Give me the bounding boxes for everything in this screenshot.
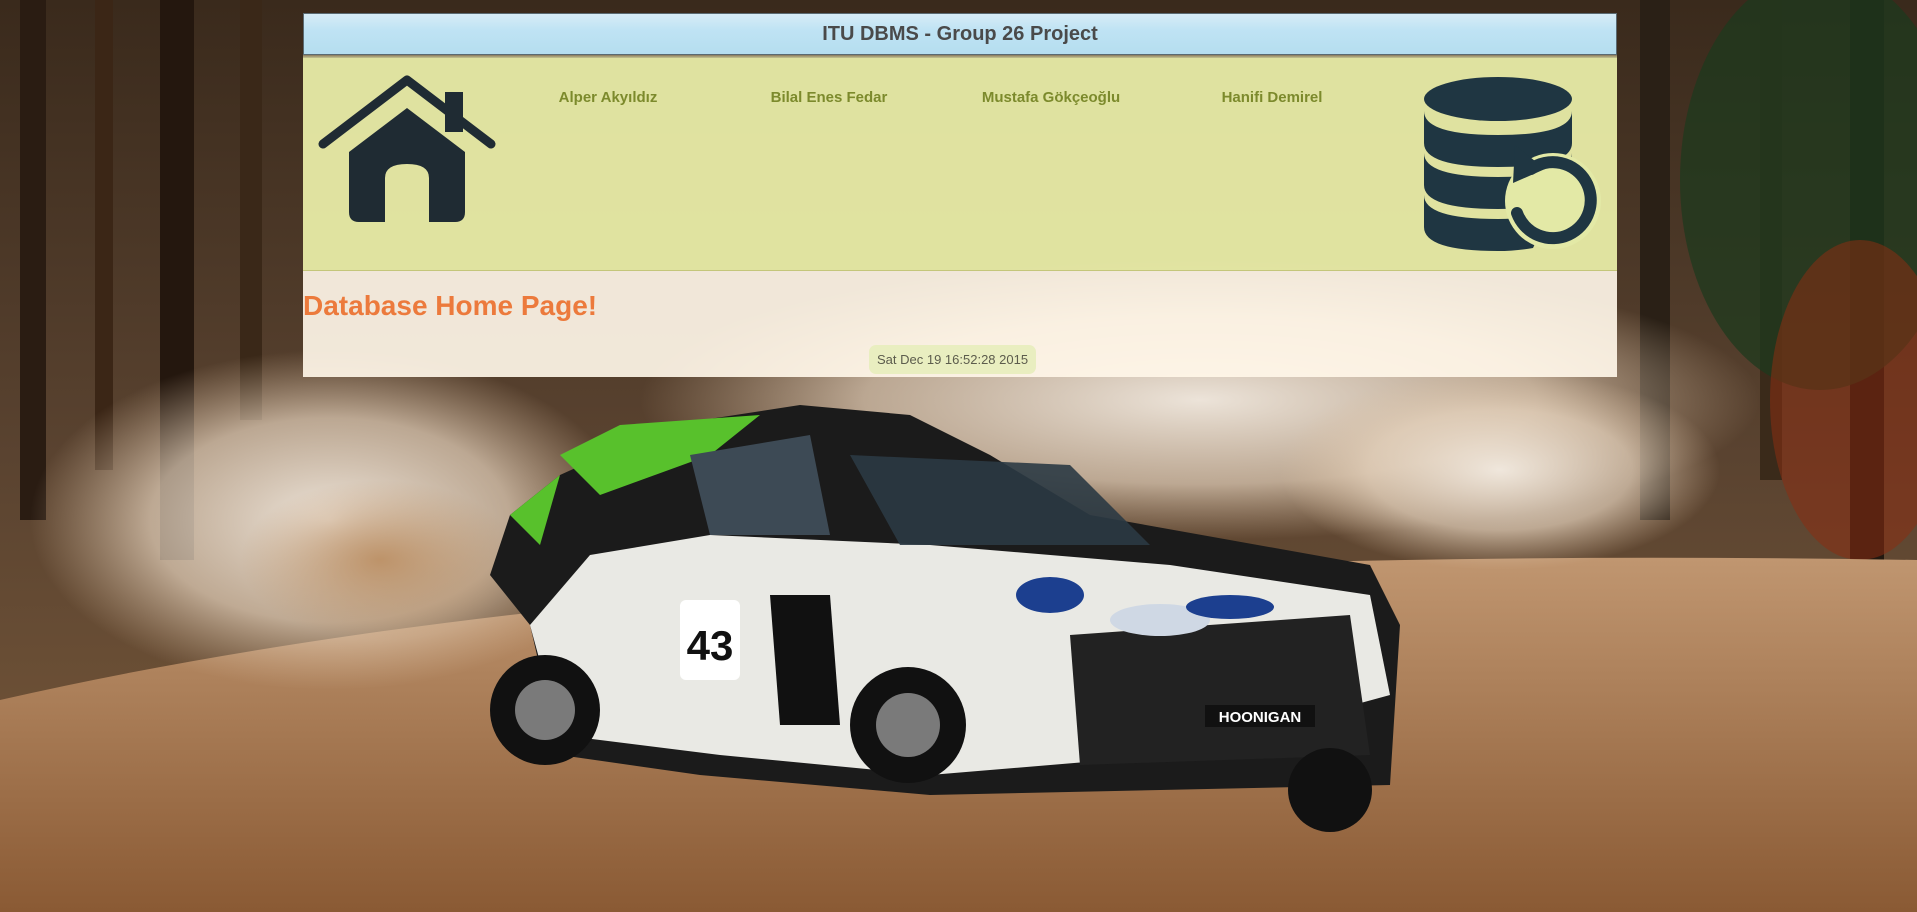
site-title-bar: ITU DBMS - Group 26 Project [303, 13, 1617, 55]
nav-link-hanifi-demirel[interactable]: Hanifi Demirel [1222, 89, 1323, 106]
content-panel: Database Home Page! Sat Dec 19 16:52:28 … [303, 271, 1617, 377]
navigation-panel: Alper Akyıldız Bilal Enes Fedar Mustafa … [303, 58, 1617, 271]
svg-text:HOONIGAN: HOONIGAN [1219, 709, 1302, 726]
house-icon[interactable] [317, 74, 497, 224]
date-badge: Sat Dec 19 16:52:28 2015 [869, 345, 1037, 374]
database-restore-icon[interactable] [1423, 73, 1603, 253]
page-title: Database Home Page! [303, 290, 598, 321]
nav-link-alper-akyildiz[interactable]: Alper Akyıldız [559, 89, 658, 106]
page-container: ITU DBMS - Group 26 Project Alper Akyıld… [303, 13, 1617, 377]
svg-text:43: 43 [687, 622, 734, 669]
site-title: ITU DBMS - Group 26 Project [822, 22, 1098, 45]
nav-link-bilal-enes-fedar[interactable]: Bilal Enes Fedar [771, 89, 888, 106]
nav-link-mustafa-gokceoglu[interactable]: Mustafa Gökçeoğlu [982, 89, 1120, 106]
